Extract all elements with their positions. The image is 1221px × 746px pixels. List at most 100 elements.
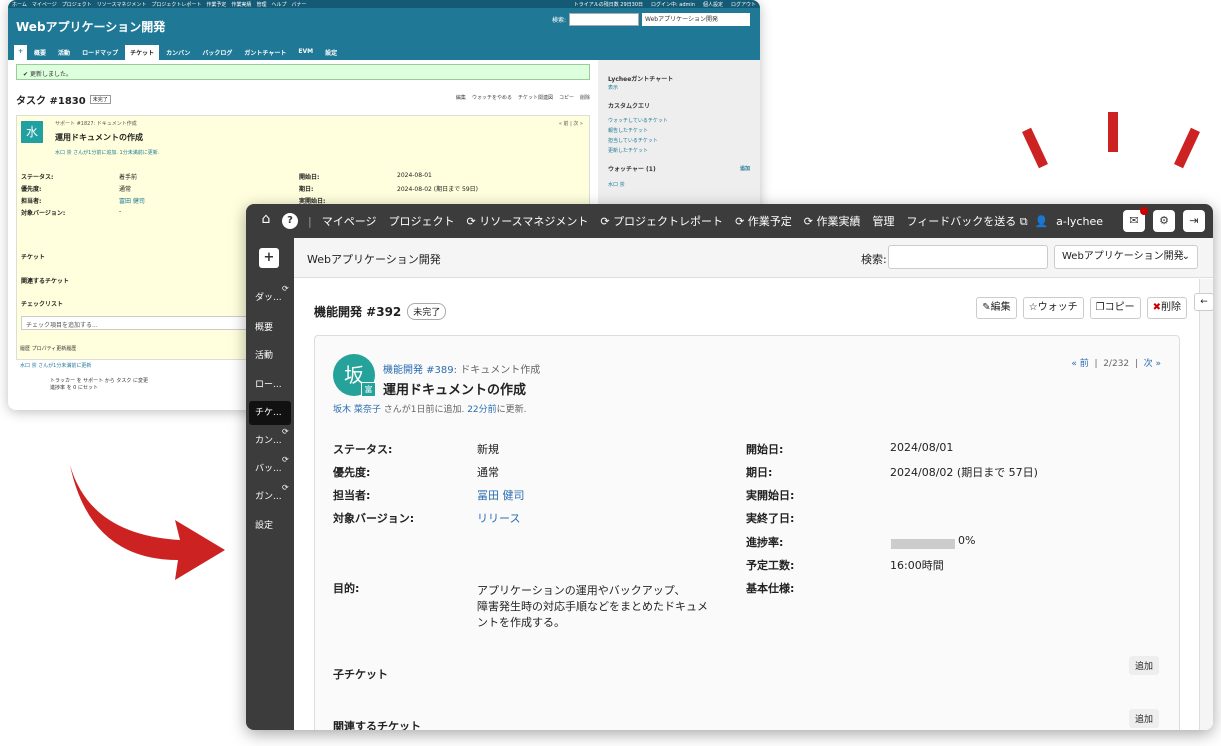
old-tab[interactable]: ロードマップ [77,45,123,60]
project-select[interactable]: Webアプリケーション開発 ⌄ [1054,245,1198,269]
version-label: 対象バージョン: [333,512,415,525]
collapse-arrow-icon[interactable]: ← [1194,293,1213,311]
username[interactable]: a-lychee [1056,215,1103,228]
old-tab[interactable]: 設定 [320,45,342,60]
old-flash-notice: ✔ 更新しました。 [16,64,590,80]
assignee-value[interactable]: 冨田 健司 [477,487,525,503]
old-watcher[interactable]: 水口 崇 [608,180,750,190]
old-query-link[interactable]: 更新したチケット [608,146,750,156]
status-label: ステータス: [333,443,393,456]
progress-value: 0% [958,534,976,547]
old-relation-graph-link[interactable]: チケット関連図 [518,94,553,101]
nav-item-roadmap[interactable]: ロー... [249,373,291,397]
delete-button[interactable]: ✖削除 [1146,297,1187,319]
old-project-select[interactable]: Webアプリケーション開発 [642,13,750,26]
add-related-button[interactable]: 追加 [1128,709,1159,728]
menu-label: フィードバックを送る [906,215,1017,228]
next-link[interactable]: 次 » [1144,359,1161,369]
old-menu-item[interactable]: 作業実績 [231,1,251,8]
old-menu-item[interactable]: ヘルプ [271,1,286,8]
parent-issue-link[interactable]: 機能開発 #389 [383,365,454,376]
edit-button[interactable]: ✎編集 [976,297,1017,319]
home-icon[interactable]: ⌂ [256,211,276,231]
logout-icon[interactable]: ⇥ [1183,210,1205,232]
watch-button[interactable]: ☆ウォッチ [1022,297,1084,319]
old-tab-new[interactable]: + [14,45,28,60]
old-delete-link[interactable]: 削除 [580,94,590,101]
old-unwatch-link[interactable]: ウォッチをやめる [472,94,512,101]
button-label: 編集 [990,302,1011,313]
menu-item-admin[interactable]: 管理 [873,213,895,229]
add-subtask-button[interactable]: 追加 [1128,656,1159,675]
old-edit-link[interactable]: 編集 [456,94,466,101]
old-query-link[interactable]: 報告したチケット [608,126,750,136]
issue-heading: 機能開発 #392 未完了 [314,303,447,320]
old-gantt-link[interactable]: 表示 [608,83,750,93]
old-header: Webアプリケーション開発 検索: Webアプリケーション開発 + 概要 活動 … [8,8,760,60]
old-tab[interactable]: 概要 [29,45,51,60]
old-section-checklist: チェックリスト [21,301,64,308]
menu-item-mypage[interactable]: マイページ [322,213,377,229]
help-icon[interactable]: ? [282,213,298,229]
logout-link[interactable]: ログアウト [731,1,756,8]
button-label: コピー [1104,302,1135,313]
purpose-line: 障害発生時の対応手順などをまとめたドキュメ [477,600,708,613]
old-subject: 運用ドキュメントの作成 [55,133,143,142]
old-tab[interactable]: カンバン [161,45,195,60]
old-menu-item[interactable]: プロジェクトレポート [151,1,201,8]
old-query-link[interactable]: 担当しているチケット [608,136,750,146]
author-text: さんが1日前に追加. [380,405,468,415]
old-menu-item[interactable]: リソースマネジメント [97,1,147,8]
my-account-link[interactable]: 個人設定 [703,1,723,8]
old-search-input[interactable] [569,13,639,26]
old-top-menu: ホーム マイページ プロジェクト リソースマネジメント プロジェクトレポート 作… [8,0,760,8]
prev-link[interactable]: « 前 [1071,359,1088,369]
old-pagination[interactable]: « 前 | 次 » [559,120,583,127]
old-watcher-add[interactable]: 追加 [740,164,750,174]
menu-item-resource[interactable]: ⟳ リソースマネジメント [467,213,589,229]
old-menu-item[interactable]: マイページ [32,1,57,8]
old-tab[interactable]: 活動 [53,45,75,60]
nav-item-issues[interactable]: チケ... [249,401,291,425]
menu-item-plan[interactable]: ⟳ 作業予定 [735,213,792,229]
old-attr-label: 開始日: [299,174,320,181]
copy-button[interactable]: ❐コピー [1089,297,1141,319]
old-copy-link[interactable]: コピー [559,94,574,101]
old-tab[interactable]: バックログ [197,45,237,60]
nav-item-activity[interactable]: 活動 [249,344,291,368]
old-history-tabs[interactable]: 履歴 プロパティ更新履歴 [20,345,148,352]
menu-item-feedback[interactable]: フィードバックを送る ⧉ [907,213,1028,229]
menu-item-projects[interactable]: プロジェクト [389,213,455,229]
old-tab-active[interactable]: チケット [125,45,160,60]
old-menu-item[interactable]: バナー [291,1,306,8]
old-checklist-input[interactable]: チェック項目を追加する... [21,316,271,330]
new-item-button[interactable]: + [259,248,279,268]
old-search-label: 検索: [551,17,566,24]
old-menu-item[interactable]: 管理 [256,1,266,8]
nav-item-settings[interactable]: 設定 [249,514,291,538]
notification-dot [1140,207,1148,215]
nav-item-overview[interactable]: 概要 [249,316,291,340]
menu-item-report[interactable]: ⟳ プロジェクトレポート [600,213,723,229]
menu-item-actual[interactable]: ⟳ 作業実績 [804,213,861,229]
old-tab[interactable]: EVM [293,45,318,60]
old-parent-subject[interactable]: サポート #1827: ドキュメント作成 [55,120,137,127]
updated-link[interactable]: 22分前 [467,405,496,415]
old-tab[interactable]: ガントチャート [239,45,291,60]
old-menu-item[interactable]: 作業予定 [206,1,226,8]
related-heading: 関連するチケット [333,720,421,730]
mail-icon[interactable]: ✉ [1123,207,1148,232]
assignee-label: 担当者: [333,489,371,502]
menu-label: 作業予定 [747,215,792,228]
search-input[interactable] [888,245,1048,269]
version-value[interactable]: リリース [477,510,520,526]
gear-icon[interactable]: ⚙ [1153,210,1175,232]
old-menu-item[interactable]: ホーム [12,1,27,8]
old-query-link[interactable]: ウォッチしているチケット [608,116,750,126]
author-link[interactable]: 坂木 菜奈子 [333,405,381,415]
project-title: Webアプリケーション開発 [307,253,441,266]
old-attr-value: 通常 [119,186,132,193]
old-menu-item[interactable]: プロジェクト [62,1,92,8]
progress-label: 進捗率: [746,536,784,549]
status-value: 新規 [477,443,499,456]
